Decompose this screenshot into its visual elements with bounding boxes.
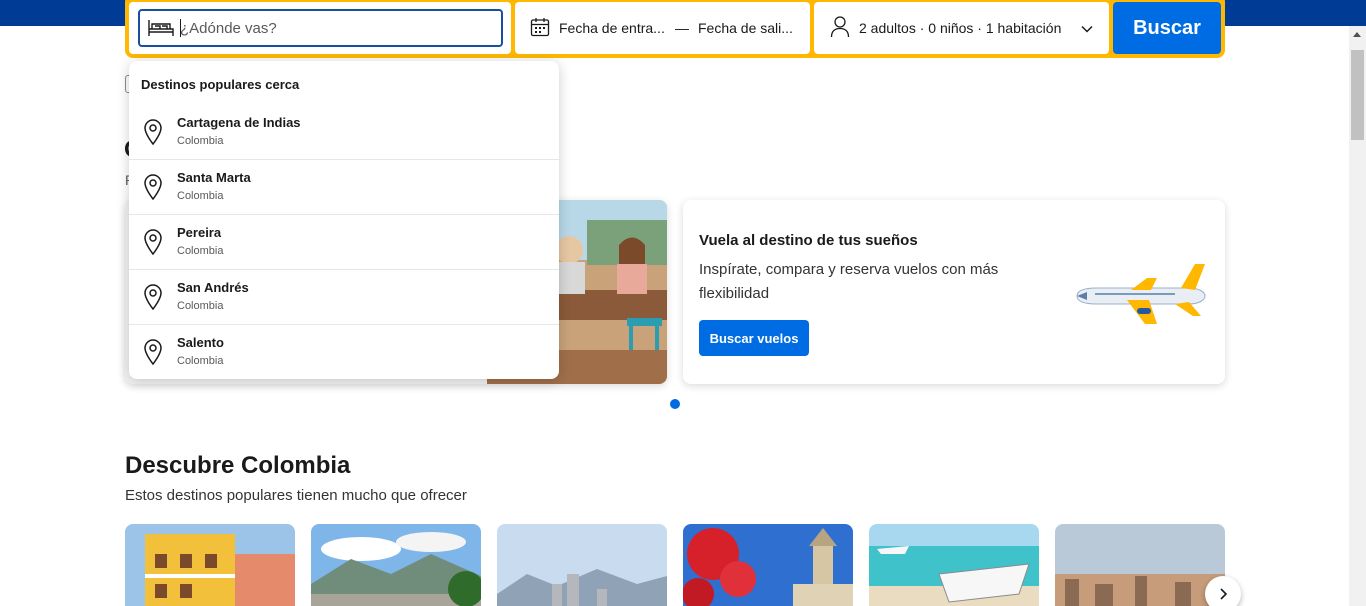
map-pin-icon <box>144 339 162 365</box>
scrollbar-thumb[interactable] <box>1351 50 1364 140</box>
suggestion-item[interactable]: Cartagena de Indias Colombia <box>129 105 559 160</box>
suggestion-country: Colombia <box>177 300 224 312</box>
search-button[interactable]: Buscar <box>1113 2 1221 54</box>
carousel-next-button[interactable] <box>1205 576 1241 606</box>
person-icon <box>830 16 850 38</box>
date-separator: — <box>675 20 689 36</box>
suggestion-country: Colombia <box>177 245 224 257</box>
search-bar: Fecha de entra... — Fecha de sali... 2 a… <box>125 0 1225 58</box>
destination-input-wrapper[interactable] <box>138 9 503 47</box>
destination-field[interactable] <box>129 2 511 54</box>
calendar-icon <box>530 18 550 37</box>
promo-card-flights: Vuela al destino de tus sueños Inspírate… <box>683 200 1225 384</box>
suggestion-country: Colombia <box>177 355 224 367</box>
suggestion-name: Santa Marta <box>177 170 251 185</box>
map-pin-icon <box>144 119 162 145</box>
suggestion-country: Colombia <box>177 135 224 147</box>
search-flights-button[interactable]: Buscar vuelos <box>699 320 809 356</box>
destination-card[interactable] <box>497 524 667 606</box>
dates-field[interactable]: Fecha de entra... — Fecha de sali... <box>515 2 810 54</box>
suggestion-name: San Andrés <box>177 280 249 295</box>
chevron-right-icon <box>1220 588 1228 600</box>
map-pin-icon <box>144 174 162 200</box>
checkout-label[interactable]: Fecha de sali... <box>698 20 793 36</box>
suggestion-name: Cartagena de Indias <box>177 115 301 130</box>
promo-title: Vuela al destino de tus sueños <box>699 232 918 249</box>
checkin-label[interactable]: Fecha de entra... <box>559 20 665 36</box>
destination-card[interactable] <box>125 524 295 606</box>
guests-label: 2 adultos · 0 niños · 1 habitación <box>859 20 1062 36</box>
discover-title: Descubre Colombia <box>125 452 351 479</box>
dropdown-header: Destinos populares cerca <box>141 77 300 92</box>
scrollbar[interactable] <box>1349 26 1366 606</box>
discover-subtitle: Estos destinos populares tienen mucho qu… <box>125 487 467 504</box>
map-pin-icon <box>144 284 162 310</box>
chevron-down-icon[interactable] <box>1080 22 1094 36</box>
suggestion-name: Pereira <box>177 225 222 240</box>
airplane-icon <box>1076 264 1206 324</box>
suggestion-name: Salento <box>177 335 224 350</box>
destination-card[interactable] <box>1055 524 1225 606</box>
destination-card[interactable] <box>311 524 481 606</box>
promo-description: Inspírate, compara y reserva vuelos con … <box>699 261 999 302</box>
suggestion-item[interactable]: Pereira Colombia <box>129 215 559 270</box>
guests-field[interactable]: 2 adultos · 0 niños · 1 habitación <box>814 2 1109 54</box>
bed-icon <box>148 20 174 36</box>
destination-cards <box>125 524 1225 606</box>
suggestion-item[interactable]: Santa Marta Colombia <box>129 160 559 215</box>
destination-suggestions-dropdown: Destinos populares cerca Cartagena de In… <box>129 61 559 379</box>
destination-input[interactable] <box>180 11 495 45</box>
destination-card[interactable] <box>683 524 853 606</box>
carousel-dot[interactable] <box>670 399 680 409</box>
scroll-up-arrow-icon[interactable] <box>1353 32 1361 37</box>
suggestion-item[interactable]: Salento Colombia <box>129 325 559 380</box>
destination-card[interactable] <box>869 524 1039 606</box>
suggestion-country: Colombia <box>177 190 224 202</box>
page: O P Fecha de entra... — Fecha de sali <box>0 0 1366 606</box>
map-pin-icon <box>144 229 162 255</box>
suggestion-item[interactable]: San Andrés Colombia <box>129 270 559 325</box>
